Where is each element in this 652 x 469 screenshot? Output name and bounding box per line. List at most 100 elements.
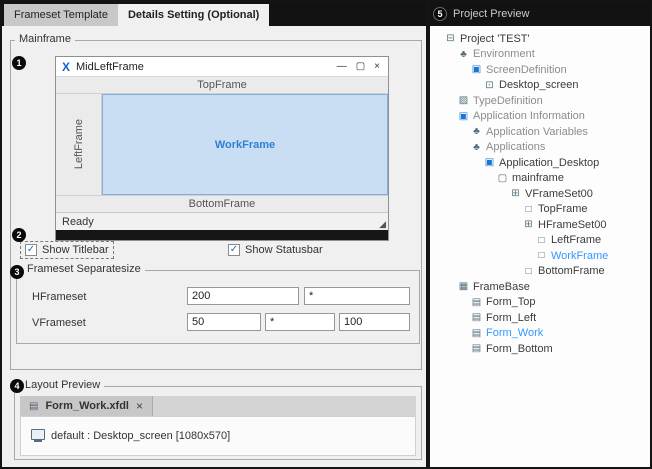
tree-item-label: Applications xyxy=(486,141,545,153)
app-window: Frameset Template Details Setting (Optio… xyxy=(0,0,652,469)
tree-item-label: TypeDefinition xyxy=(473,95,543,107)
tab-frameset-template[interactable]: Frameset Template xyxy=(4,4,118,26)
callout-badge-2: 2 xyxy=(12,228,26,242)
tree-item-label: Project 'TEST' xyxy=(460,33,530,45)
layout-preview-group-label: Layout Preview xyxy=(21,379,104,391)
frame-preview-window: X MidLeftFrame — ▢ × TopFrame LeftFrame … xyxy=(55,56,389,241)
form-icon: ▤ xyxy=(470,297,483,308)
layout-preview-content: default : Desktop_screen [1080x570] xyxy=(20,416,416,456)
vframeset-label: VFrameset xyxy=(32,317,86,329)
hframeset-label: HFrameset xyxy=(32,291,86,303)
tree-item-label: Desktop_screen xyxy=(499,79,579,91)
minimize-icon[interactable]: — xyxy=(337,61,347,72)
tree-item-label: VFrameSet00 xyxy=(525,188,593,200)
form-work-tab[interactable]: ▤ Form_Work.xfdl × xyxy=(20,396,153,416)
preview-body: LeftFrame WorkFrame xyxy=(56,94,388,195)
work-frame-region[interactable]: WorkFrame xyxy=(102,94,388,195)
tree-item-label: Application Information xyxy=(473,110,585,122)
layout-preview-text: default : Desktop_screen [1080x570] xyxy=(51,430,230,442)
tree-item-label: HFrameSet00 xyxy=(538,219,606,231)
application-info-icon: ▣ xyxy=(457,111,470,122)
monitor-icon xyxy=(31,429,45,440)
project-preview-title: Project Preview xyxy=(453,8,529,20)
tree-item-vframeset00[interactable]: ⊞VFrameSet00 xyxy=(444,186,650,202)
frame-icon: □ xyxy=(522,204,535,215)
bottom-frame-region[interactable]: BottomFrame xyxy=(56,195,388,212)
tree-item-application-variables[interactable]: ♣Application Variables xyxy=(444,124,650,140)
tree-item-label: Environment xyxy=(473,48,535,60)
tree-item-application-desktop[interactable]: ▣Application_Desktop xyxy=(444,155,650,171)
tree-item-project-test-[interactable]: ⊟Project 'TEST' xyxy=(444,31,650,47)
tree-item-label: Form_Left xyxy=(486,312,536,324)
left-frame-label: LeftFrame xyxy=(73,119,85,169)
hframeset-input-2[interactable] xyxy=(304,287,410,305)
tree-item-screendefinition[interactable]: ▣ScreenDefinition xyxy=(444,62,650,78)
callout-badge-5: 5 xyxy=(433,7,447,21)
tree-item-label: Form_Work xyxy=(486,327,543,339)
vframeset-icon: ⊞ xyxy=(509,188,522,199)
tree-item-form-bottom[interactable]: ▤Form_Bottom xyxy=(444,341,650,357)
application-variables-icon: ♣ xyxy=(470,126,483,137)
hframeset-input-1[interactable] xyxy=(187,287,299,305)
vframeset-input-1[interactable] xyxy=(187,313,261,331)
framebase-icon: ▦ xyxy=(457,281,470,292)
vframeset-input-2[interactable] xyxy=(265,313,335,331)
tree-item-label: FrameBase xyxy=(473,281,530,293)
tree-item-desktop-screen[interactable]: ⊡Desktop_screen xyxy=(444,78,650,94)
show-statusbar-checkbox[interactable]: ✓ xyxy=(228,244,240,256)
show-statusbar-checkbox-group: ✓ Show Statusbar xyxy=(228,244,323,256)
project-tree-icon: ⊟ xyxy=(444,33,457,44)
project-tree: ⊟Project 'TEST'♣Environment▣ScreenDefini… xyxy=(444,31,650,357)
tab-close-icon[interactable]: × xyxy=(136,399,143,413)
tree-item-label: WorkFrame xyxy=(551,250,608,262)
form-icon: ▤ xyxy=(470,312,483,323)
applications-icon: ♣ xyxy=(470,142,483,153)
project-preview-header: 5 Project Preview xyxy=(430,2,650,26)
tree-item-workframe[interactable]: □WorkFrame xyxy=(444,248,650,264)
preview-statusbar: Ready ◢ xyxy=(56,212,388,230)
preview-bottom-strip xyxy=(56,230,388,240)
tab-details-setting[interactable]: Details Setting (Optional) xyxy=(118,4,269,26)
preview-window-title: MidLeftFrame xyxy=(76,61,337,73)
callout-badge-3: 3 xyxy=(10,265,24,279)
vframeset-input-3[interactable] xyxy=(339,313,410,331)
layout-preview-tabstrip: ▤ Form_Work.xfdl × xyxy=(20,396,416,416)
tree-item-application-information[interactable]: ▣Application Information xyxy=(444,109,650,125)
tree-item-applications[interactable]: ♣Applications xyxy=(444,140,650,156)
frame-icon: □ xyxy=(522,266,535,277)
tree-item-topframe[interactable]: □TopFrame xyxy=(444,202,650,218)
top-frame-region[interactable]: TopFrame xyxy=(56,77,388,94)
tree-item-bottomframe[interactable]: □BottomFrame xyxy=(444,264,650,280)
mainframe-icon: ▢ xyxy=(496,173,509,184)
separatesize-group: Frameset Separatesize xyxy=(16,270,420,344)
tree-item-leftframe[interactable]: □LeftFrame xyxy=(444,233,650,249)
tree-item-label: Form_Top xyxy=(486,296,536,308)
tree-item-form-top[interactable]: ▤Form_Top xyxy=(444,295,650,311)
monitor-icon: ⊡ xyxy=(483,80,496,91)
tree-item-label: ScreenDefinition xyxy=(486,64,567,76)
tree-item-label: BottomFrame xyxy=(538,265,605,277)
maximize-icon[interactable]: ▢ xyxy=(356,61,365,72)
close-icon[interactable]: × xyxy=(374,61,380,72)
tree-item-environment[interactable]: ♣Environment xyxy=(444,47,650,63)
frame-icon: □ xyxy=(535,235,548,246)
tree-item-hframeset00[interactable]: ⊞HFrameSet00 xyxy=(444,217,650,233)
form-icon: ▤ xyxy=(470,343,483,354)
tree-item-typedefinition[interactable]: ▨TypeDefinition xyxy=(444,93,650,109)
mainframe-group-label: Mainframe xyxy=(15,33,75,45)
resize-grip-icon[interactable]: ◢ xyxy=(379,219,386,230)
tree-item-framebase[interactable]: ▦FrameBase xyxy=(444,279,650,295)
tree-item-form-work[interactable]: ▤Form_Work xyxy=(444,326,650,342)
callout-badge-4: 4 xyxy=(10,379,24,393)
tree-item-label: Application Variables xyxy=(486,126,588,138)
show-titlebar-checkbox[interactable]: ✓ xyxy=(25,244,37,256)
tree-item-label: mainframe xyxy=(512,172,564,184)
separatesize-group-label: Frameset Separatesize xyxy=(23,263,145,275)
left-frame-region[interactable]: LeftFrame xyxy=(56,94,102,195)
tree-item-form-left[interactable]: ▤Form_Left xyxy=(444,310,650,326)
tab-bar: Frameset Template Details Setting (Optio… xyxy=(4,4,269,26)
tree-item-mainframe[interactable]: ▢mainframe xyxy=(444,171,650,187)
status-text: Ready xyxy=(62,216,94,228)
tree-item-label: LeftFrame xyxy=(551,234,601,246)
screen-definition-icon: ▣ xyxy=(470,64,483,75)
